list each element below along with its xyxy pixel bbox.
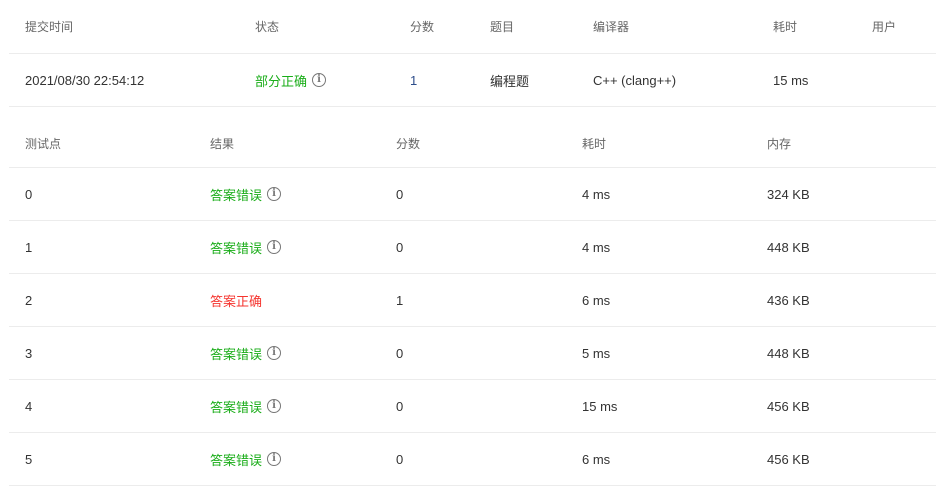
header-result: 结果	[210, 137, 235, 151]
submission-score: 1	[410, 72, 418, 88]
submission-status: 部分正确 i	[255, 54, 327, 106]
header-score: 分数	[410, 20, 435, 34]
compiler: C++ (clang++)	[593, 72, 677, 88]
testcase-time: 4 ms	[582, 186, 611, 202]
testcase-result: 答案正确	[210, 274, 262, 326]
result-text: 答案错误	[210, 452, 263, 468]
submission-header-row: 提交时间 状态 分数 题目 编译器 耗时 用户	[9, 0, 936, 54]
testcase-row: 0 答案错误 i 0 4 ms 324 KB	[9, 168, 936, 221]
testcase-memory: 448 KB	[767, 345, 810, 361]
header-time: 耗时	[582, 137, 607, 151]
status-text: 部分正确	[255, 73, 308, 89]
duration: 15 ms	[773, 72, 809, 88]
testcase-score: 1	[396, 292, 404, 308]
info-icon[interactable]: i	[267, 240, 282, 254]
header-status: 状态	[255, 20, 280, 34]
testcase-row: 2 答案正确 1 6 ms 436 KB	[9, 274, 936, 327]
problem-name[interactable]: 编程题	[490, 54, 529, 106]
testcase-result: 答案错误 i	[210, 327, 282, 379]
testcase-time: 6 ms	[582, 451, 611, 467]
submit-time: 2021/08/30 22:54:12	[25, 72, 145, 88]
testcase-time: 6 ms	[582, 292, 611, 308]
header-score: 分数	[396, 137, 421, 151]
testcase-row: 3 答案错误 i 0 5 ms 448 KB	[9, 327, 936, 380]
submission-table: 提交时间 状态 分数 题目 编译器 耗时 用户 2021/08/30 22:54…	[9, 0, 936, 107]
testcase-score: 0	[396, 239, 404, 255]
testcase-score: 0	[396, 345, 404, 361]
testcase-id: 2	[25, 292, 33, 308]
info-icon[interactable]: i	[267, 452, 282, 466]
testcase-time: 15 ms	[582, 398, 618, 414]
testcase-id: 5	[25, 451, 33, 467]
testcase-result: 答案错误 i	[210, 168, 282, 220]
testcase-memory: 456 KB	[767, 398, 810, 414]
testcase-score: 0	[396, 451, 404, 467]
testcase-id: 0	[25, 186, 33, 202]
testcase-time: 4 ms	[582, 239, 611, 255]
result-text: 答案错误	[210, 346, 263, 362]
testcase-score: 0	[396, 398, 404, 414]
testcase-id: 1	[25, 239, 33, 255]
result-text: 答案错误	[210, 240, 263, 256]
testcase-score: 0	[396, 186, 404, 202]
testcase-memory: 456 KB	[767, 451, 810, 467]
header-submit-time: 提交时间	[25, 20, 74, 34]
result-text: 答案正确	[210, 293, 263, 309]
header-user: 用户	[872, 20, 897, 34]
result-text: 答案错误	[210, 187, 263, 203]
testcase-header-row: 测试点 结果 分数 耗时 内存	[9, 120, 936, 168]
header-duration: 耗时	[773, 20, 798, 34]
testcase-memory: 448 KB	[767, 239, 810, 255]
info-icon[interactable]: i	[267, 187, 282, 201]
header-compiler: 编译器	[593, 20, 630, 34]
testcase-id: 3	[25, 345, 33, 361]
info-icon[interactable]: i	[267, 399, 282, 413]
result-text: 答案错误	[210, 399, 263, 415]
header-memory: 内存	[767, 137, 792, 151]
header-problem: 题目	[490, 20, 515, 34]
info-icon[interactable]: i	[267, 346, 282, 360]
testcase-time: 5 ms	[582, 345, 611, 361]
testcase-row: 5 答案错误 i 0 6 ms 456 KB	[9, 433, 936, 486]
testcase-result: 答案错误 i	[210, 433, 282, 485]
testcase-result: 答案错误 i	[210, 380, 282, 432]
testcase-memory: 436 KB	[767, 292, 810, 308]
testcase-row: 4 答案错误 i 0 15 ms 456 KB	[9, 380, 936, 433]
testcase-memory: 324 KB	[767, 186, 810, 202]
header-testcase: 测试点	[25, 137, 62, 151]
testcase-row: 1 答案错误 i 0 4 ms 448 KB	[9, 221, 936, 274]
testcase-result: 答案错误 i	[210, 221, 282, 273]
testcase-id: 4	[25, 398, 33, 414]
submission-row: 2021/08/30 22:54:12 部分正确 i 1 编程题 C++ (cla…	[9, 54, 936, 107]
testcase-table: 测试点 结果 分数 耗时 内存 0 答案错误 i 0 4 ms 324 KB 1 答案错误 i 0…	[9, 120, 936, 486]
info-icon[interactable]: i	[312, 73, 327, 87]
